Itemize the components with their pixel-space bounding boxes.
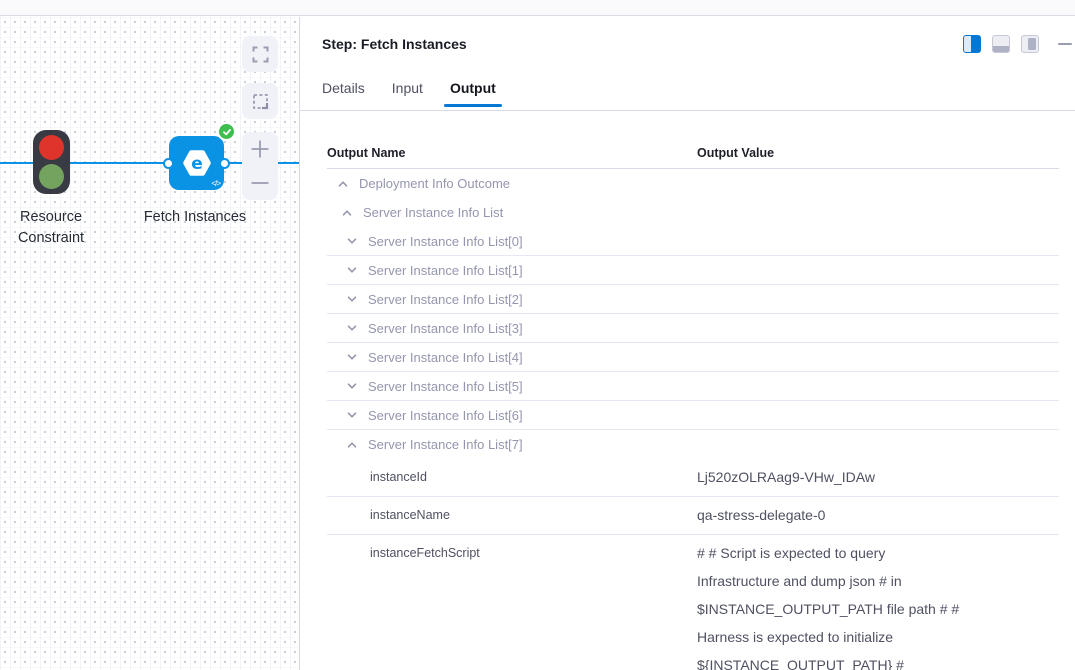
output-key: instanceId xyxy=(327,468,697,484)
tree-row-list-2[interactable]: Server Instance Info List[2] xyxy=(327,285,1059,314)
tree-row-list-7[interactable]: Server Instance Info List[7] xyxy=(327,430,1059,459)
node-label-resource-constraint: Resource Constraint xyxy=(0,207,112,249)
chevron-down-icon xyxy=(346,264,358,276)
chevron-up-icon xyxy=(337,178,349,190)
zoom-controls xyxy=(242,132,278,200)
tab-output[interactable]: Output xyxy=(450,80,496,105)
tabs-divider xyxy=(300,110,1075,111)
tree-row-deployment-info-outcome[interactable]: Deployment Info Outcome xyxy=(327,169,1059,198)
chevron-up-icon xyxy=(341,207,353,219)
tree-row-list-5[interactable]: Server Instance Info List[5] xyxy=(327,372,1059,401)
tree-row-label: Deployment Info Outcome xyxy=(359,176,510,191)
tree-row-list-6[interactable]: Server Instance Info List[6] xyxy=(327,401,1059,430)
panel-layout-toggles xyxy=(963,35,1072,53)
column-output-name: Output Name xyxy=(327,146,697,160)
node-fetch-instances[interactable]: e </> xyxy=(169,136,224,190)
traffic-light-red-icon xyxy=(39,135,64,160)
tree-row-list-1[interactable]: Server Instance Info List[1] xyxy=(327,256,1059,285)
output-value: qa-stress-delegate-0 xyxy=(697,506,1059,524)
split-view-icon[interactable] xyxy=(963,35,981,53)
tree-row-label: Server Instance Info List[6] xyxy=(368,408,523,423)
top-strip xyxy=(0,0,1075,16)
chevron-down-icon xyxy=(346,322,358,334)
output-row-instance-name: instanceName qa-stress-delegate-0 xyxy=(327,497,1059,535)
tree-row-label: Server Instance Info List[3] xyxy=(368,321,523,336)
chevron-down-icon xyxy=(346,235,358,247)
output-row-instance-fetch-script: instanceFetchScript # # Script is expect… xyxy=(327,535,1059,670)
chevron-down-icon xyxy=(346,380,358,392)
pipeline-canvas[interactable]: Resource Constraint e </> Fetch Instance… xyxy=(0,17,299,670)
tab-details[interactable]: Details xyxy=(322,80,365,105)
bottom-panel-icon[interactable] xyxy=(992,35,1010,53)
tree-row-label: Server Instance Info List[7] xyxy=(368,437,523,452)
code-icon: </> xyxy=(211,179,220,188)
right-panel-icon[interactable] xyxy=(1021,35,1039,53)
fullscreen-button[interactable] xyxy=(242,36,278,72)
node-port-out[interactable] xyxy=(219,158,230,169)
tree-row-label: Server Instance Info List[5] xyxy=(368,379,523,394)
zoom-out-icon[interactable] xyxy=(249,172,271,194)
tree-row-server-instance-info-list[interactable]: Server Instance Info List xyxy=(327,198,1059,227)
tree-row-label: Server Instance Info List[4] xyxy=(368,350,523,365)
marquee-select-button[interactable] xyxy=(242,83,278,119)
table-header: Output Name Output Value xyxy=(327,143,1059,169)
output-table: Output Name Output Value Deployment Info… xyxy=(327,143,1059,670)
output-row-instance-id: instanceId Lj520zOLRAag9-VHw_IDAw xyxy=(327,459,1059,497)
tree-row-label: Server Instance Info List[0] xyxy=(368,234,523,249)
output-key: instanceFetchScript xyxy=(327,544,697,560)
step-tabs: Details Input Output xyxy=(322,80,496,105)
output-key: instanceName xyxy=(327,506,697,522)
harness-step-icon: e xyxy=(180,146,214,180)
svg-text:e: e xyxy=(191,154,203,174)
step-details-panel: Step: Fetch Instances Details Input Outp… xyxy=(299,17,1075,670)
chevron-up-icon xyxy=(346,439,358,451)
tree-row-list-0[interactable]: Server Instance Info List[0] xyxy=(327,227,1059,256)
marquee-select-icon xyxy=(252,93,269,110)
fullscreen-icon xyxy=(252,46,269,63)
success-check-icon xyxy=(217,122,236,141)
tree-row-label: Server Instance Info List[2] xyxy=(368,292,523,307)
tree-row-label: Server Instance Info List[1] xyxy=(368,263,523,278)
output-value: Lj520zOLRAag9-VHw_IDAw xyxy=(697,468,1059,486)
chevron-down-icon xyxy=(346,409,358,421)
tree-row-list-3[interactable]: Server Instance Info List[3] xyxy=(327,314,1059,343)
tree-row-label: Server Instance Info List xyxy=(363,205,503,220)
page-title: Step: Fetch Instances xyxy=(322,36,467,52)
traffic-light-green-icon xyxy=(39,164,64,189)
tab-input[interactable]: Input xyxy=(392,80,423,105)
node-port-in[interactable] xyxy=(163,158,174,169)
node-label-fetch-instances: Fetch Instances xyxy=(120,207,270,228)
zoom-in-icon[interactable] xyxy=(249,138,271,160)
minimize-icon[interactable] xyxy=(1058,43,1072,46)
output-value: # # Script is expected to query Infrastr… xyxy=(697,539,1059,670)
chevron-down-icon xyxy=(346,351,358,363)
chevron-down-icon xyxy=(346,293,358,305)
column-output-value: Output Value xyxy=(697,146,1059,160)
tree-row-list-4[interactable]: Server Instance Info List[4] xyxy=(327,343,1059,372)
node-resource-constraint[interactable] xyxy=(33,130,70,194)
